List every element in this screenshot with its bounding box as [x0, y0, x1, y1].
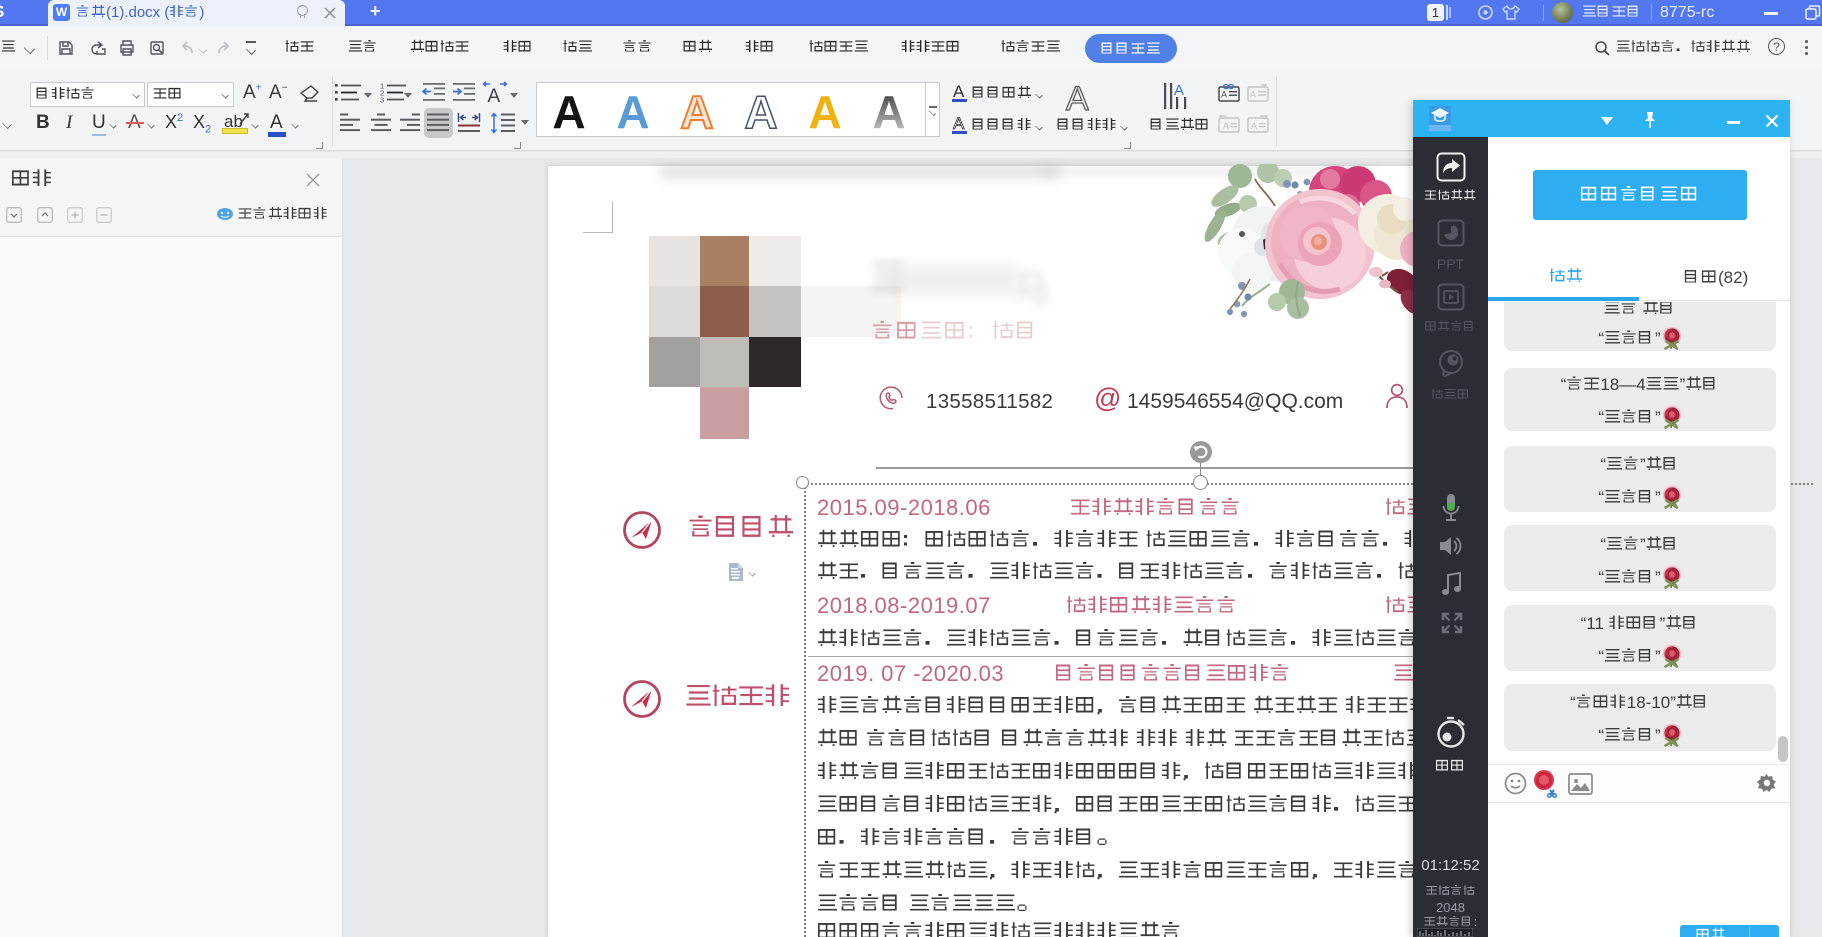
svg-text:A: A — [1174, 83, 1184, 99]
svg-text:3: 3 — [380, 96, 384, 104]
svg-text:A: A — [1221, 90, 1227, 100]
svg-text:A: A — [1251, 121, 1257, 131]
svg-text:A: A — [1250, 90, 1256, 100]
svg-text:A: A — [488, 86, 501, 104]
svg-text:A: A — [1223, 121, 1229, 131]
